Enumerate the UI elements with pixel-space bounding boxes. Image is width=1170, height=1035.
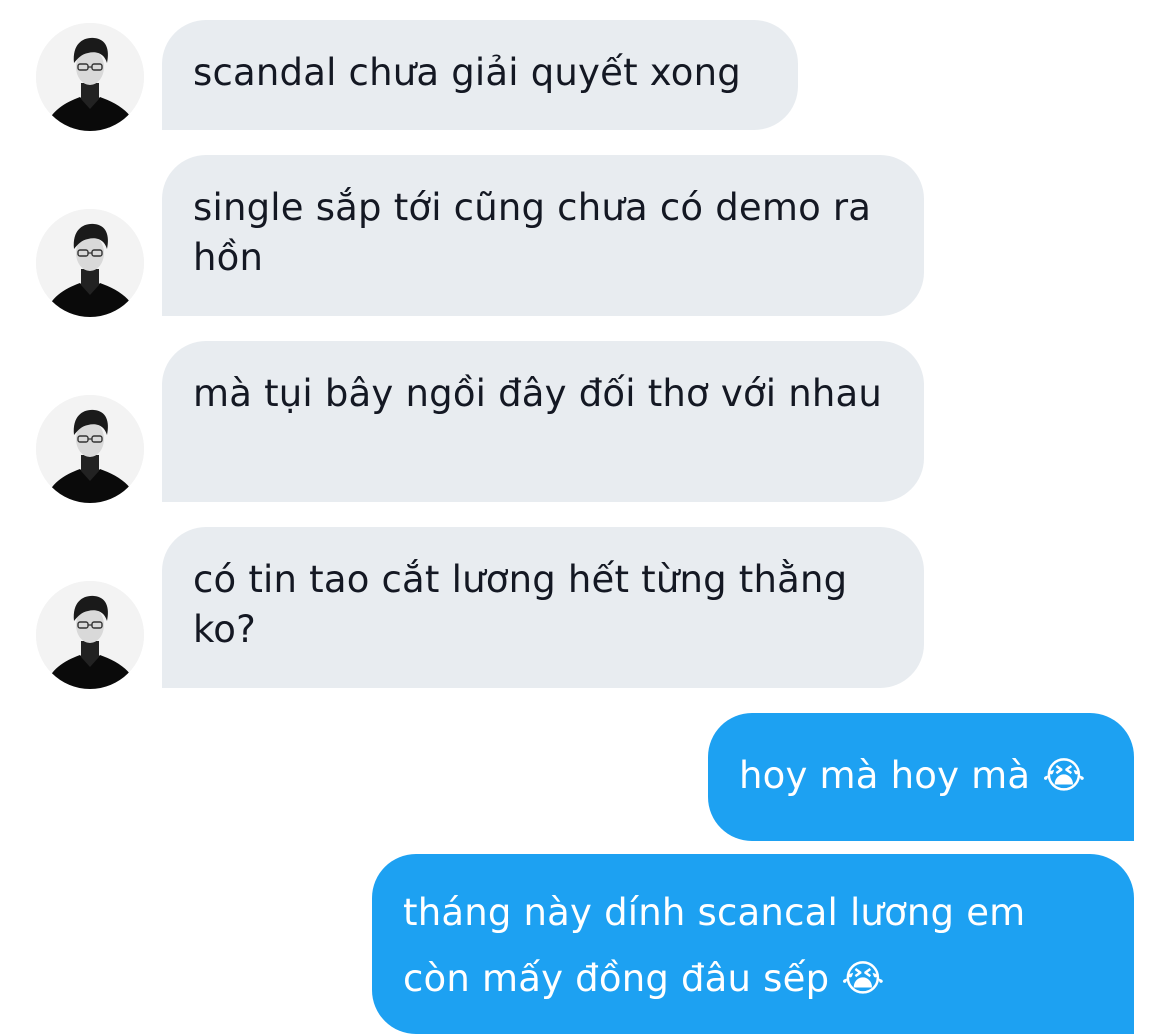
sender-avatar-icon[interactable] — [36, 395, 144, 503]
message-text: single sắp tới cũng chưa có demo ra hồn — [193, 186, 872, 279]
incoming-message-bubble[interactable]: single sắp tới cũng chưa có demo ra hồn — [162, 155, 924, 316]
message-text: tháng này dính scancal lương em còn mấy … — [403, 891, 1026, 1000]
message-text: có tin tao cắt lương hết từng thằng ko? — [193, 558, 848, 651]
sender-avatar-icon[interactable] — [36, 23, 144, 131]
outgoing-message-bubble[interactable]: hoy mà hoy mà 😭 — [708, 713, 1134, 841]
chat-thread: scandal chưa giải quyết xong single sắp … — [0, 0, 1170, 1035]
sender-avatar-icon[interactable] — [36, 209, 144, 317]
incoming-message-bubble[interactable]: scandal chưa giải quyết xong — [162, 20, 798, 130]
outgoing-message-bubble[interactable]: tháng này dính scancal lương em còn mấy … — [372, 854, 1134, 1034]
incoming-message-bubble[interactable]: có tin tao cắt lương hết từng thằng ko? — [162, 527, 924, 688]
message-text: scandal chưa giải quyết xong — [193, 51, 741, 94]
sender-avatar-icon[interactable] — [36, 581, 144, 689]
incoming-message-bubble[interactable]: mà tụi bây ngồi đây đối thơ với nhau — [162, 341, 924, 502]
message-text: mà tụi bây ngồi đây đối thơ với nhau — [193, 372, 883, 415]
message-text: hoy mà hoy mà 😭 — [739, 754, 1086, 797]
